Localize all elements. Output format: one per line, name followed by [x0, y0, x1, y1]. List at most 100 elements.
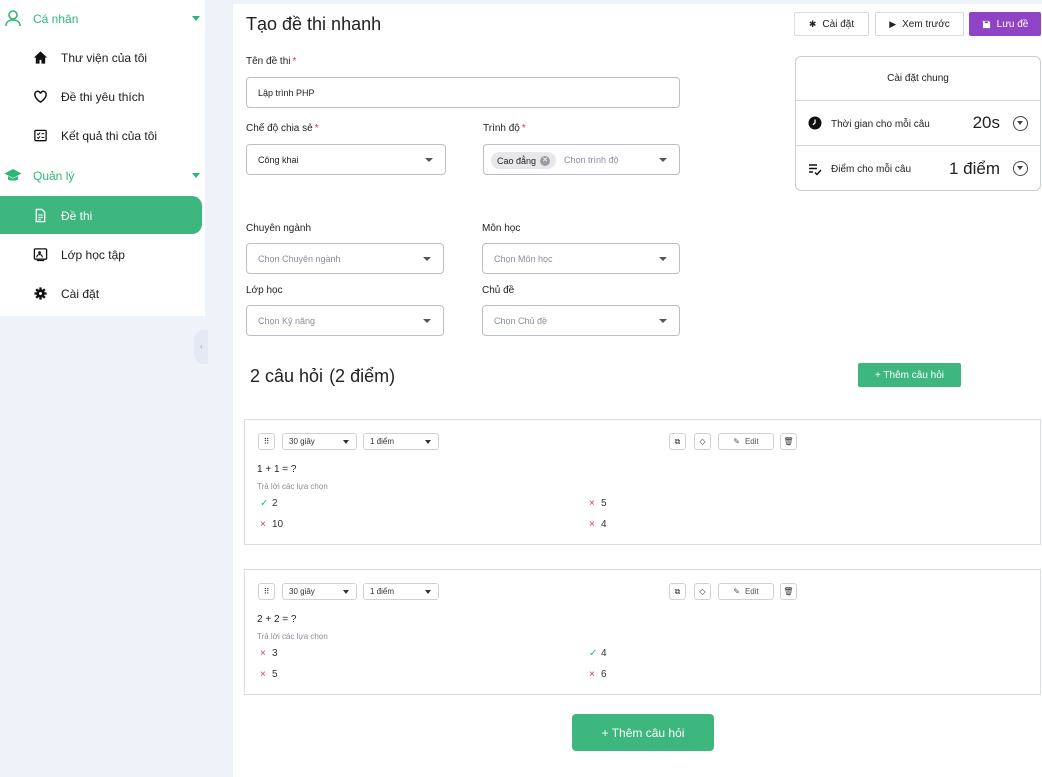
answer-text: 2 — [272, 498, 278, 509]
question-text: 1 + 1 = ? — [257, 464, 297, 475]
sidebar-item-settings[interactable]: Cài đặt — [0, 274, 202, 312]
trash-icon[interactable]: 🗑 — [780, 433, 797, 450]
gear-icon: ✱ — [808, 18, 817, 29]
level-select[interactable]: Cao đẳng ✕ Chọn trình độ — [483, 144, 680, 175]
sidebar-item-library[interactable]: Thư viện của tôi — [0, 38, 202, 76]
answer-option: ✓ 4 — [589, 648, 607, 659]
subject-placeholder: Chọn Môn học — [494, 254, 553, 264]
answer-option: × 6 — [589, 669, 607, 680]
share-mode-label: Chế độ chia sẻ * — [246, 123, 319, 134]
chevron-down-circle-icon[interactable] — [1013, 161, 1028, 176]
exam-name-field[interactable]: Lập trình PHP — [246, 77, 680, 108]
sidebar-item-results[interactable]: Kết quả thi của tôi — [0, 116, 202, 154]
tag-icon[interactable]: ◇ — [694, 433, 711, 450]
level-tag: Cao đẳng ✕ — [491, 152, 557, 169]
topic-placeholder: Chọn Chủ đề — [494, 316, 548, 326]
question-hint: Trả lời các lựa chọn — [257, 632, 328, 641]
question-score-select[interactable]: 1 điểm — [363, 433, 439, 450]
share-mode-select[interactable]: Công khai — [246, 144, 446, 175]
cross-icon: × — [260, 648, 266, 659]
chevron-down-icon — [659, 158, 667, 162]
trash-icon[interactable]: 🗑 — [780, 583, 797, 600]
save-button[interactable]: Lưu đề — [969, 12, 1041, 36]
chevron-down-icon — [659, 319, 667, 323]
sidebar-item-label: Lớp học tập — [61, 248, 125, 262]
sidebar-item-exams[interactable]: Đề thi — [0, 196, 202, 234]
sidebar-item-label: Đề thi — [61, 209, 93, 223]
question-time-select[interactable]: 30 giây — [282, 583, 357, 600]
pencil-icon: ✎ — [733, 587, 740, 596]
chevron-down-circle-icon[interactable] — [1013, 116, 1028, 131]
sidebar-collapse-handle[interactable]: ‹ — [194, 330, 208, 364]
required-mark: * — [292, 56, 297, 67]
edit-question-button[interactable]: ✎ Edit — [718, 433, 774, 450]
sidebar-group-personal[interactable]: Cá nhân — [0, 0, 205, 36]
general-settings-title: Cài đặt chung — [796, 57, 1040, 101]
sidebar-item-classes[interactable]: Lớp học tập — [0, 235, 202, 273]
sidebar-group-label: Cá nhân — [33, 12, 79, 26]
main-panel: Tạo đề thi nhanh ✱ Cài đặt ▶ Xem trước L… — [233, 4, 1042, 777]
level-label: Trình độ * — [483, 123, 526, 134]
chevron-down-icon — [425, 158, 433, 162]
chevron-down-icon — [192, 173, 200, 178]
question-text: 2 + 2 = ? — [257, 614, 297, 625]
save-icon — [982, 20, 990, 28]
cross-icon: × — [589, 669, 595, 680]
preview-button[interactable]: ▶ Xem trước — [875, 12, 964, 36]
question-score-value: 1 điểm — [370, 587, 395, 596]
home-icon — [33, 51, 48, 64]
sidebar-item-label: Cài đặt — [61, 287, 100, 301]
list-check-icon — [809, 164, 822, 176]
sidebar-item-label: Thư viện của tôi — [61, 51, 148, 65]
question-time-select[interactable]: 30 giây — [282, 433, 357, 450]
copy-icon[interactable]: ⧉ — [669, 433, 686, 450]
major-select[interactable]: Chọn Chuyên ngành — [246, 243, 444, 274]
sidebar-group-manage[interactable]: Quản lý — [0, 157, 205, 193]
answer-option: × 5 — [260, 669, 278, 680]
settings-button[interactable]: ✱ Cài đặt — [794, 12, 869, 36]
edit-label: Edit — [744, 587, 759, 596]
subject-label: Môn học — [482, 223, 521, 234]
drag-handle-icon[interactable]: ⠿ — [258, 433, 275, 450]
drag-handle-icon[interactable]: ⠿ — [258, 583, 275, 600]
chevron-down-icon — [423, 319, 431, 323]
general-settings-panel: Cài đặt chung Thời gian cho mỗi câu 20s … — [795, 56, 1041, 191]
score-per-question-row[interactable]: Điểm cho mỗi câu 1 điểm — [796, 146, 1040, 191]
answer-option: × 5 — [589, 498, 607, 509]
class-select[interactable]: Chọn Kỹ năng — [246, 305, 444, 336]
preview-button-label: Xem trước — [902, 18, 950, 30]
check-icon: ✓ — [260, 498, 269, 509]
copy-icon[interactable]: ⧉ — [669, 583, 686, 600]
edit-question-button[interactable]: ✎ Edit — [718, 583, 774, 600]
sidebar-group-label: Quản lý — [33, 169, 75, 183]
add-question-button[interactable]: + Thêm câu hỏi — [858, 363, 961, 387]
question-score-select[interactable]: 1 điểm — [363, 583, 439, 600]
label-text: Chế độ chia sẻ — [246, 123, 313, 134]
add-question-bottom-button[interactable]: + Thêm câu hỏi — [572, 714, 714, 751]
answer-text: 5 — [601, 498, 607, 509]
remove-tag-icon[interactable]: ✕ — [540, 155, 551, 166]
classroom-icon — [33, 248, 48, 262]
tag-icon[interactable]: ◇ — [694, 583, 711, 600]
label-text: Trình độ — [483, 123, 520, 134]
cross-icon: × — [589, 498, 595, 509]
sidebar-item-label: Đề thi yêu thích — [61, 90, 145, 104]
settings-button-label: Cài đặt — [822, 18, 855, 30]
topic-select[interactable]: Chọn Chủ đề — [482, 305, 680, 336]
clock-icon — [808, 116, 822, 130]
total-points-text: (2 điểm) — [329, 366, 396, 386]
chevron-down-icon — [343, 590, 349, 594]
pencil-icon: ✎ — [733, 437, 740, 446]
share-mode-value: Công khai — [258, 155, 299, 165]
answer-text: 5 — [272, 669, 278, 680]
class-label: Lớp học — [246, 285, 283, 296]
chevron-down-icon — [425, 440, 431, 444]
chevron-down-icon — [659, 257, 667, 261]
question-time-value: 30 giây — [289, 587, 315, 596]
sidebar-item-favorites[interactable]: Đề thi yêu thích — [0, 77, 202, 115]
question-count: 2 câu hỏi (2 điểm) — [250, 366, 395, 387]
time-per-question-row[interactable]: Thời gian cho mỗi câu 20s — [796, 101, 1040, 146]
question-card: ⠿ 30 giây 1 điểm ⧉ ◇ ✎ Edit 🗑 1 + 1 = ? T… — [244, 419, 1041, 545]
question-card: ⠿ 30 giây 1 điểm ⧉ ◇ ✎ Edit 🗑 2 + 2 = ? T… — [244, 569, 1041, 695]
subject-select[interactable]: Chọn Môn học — [482, 243, 680, 274]
